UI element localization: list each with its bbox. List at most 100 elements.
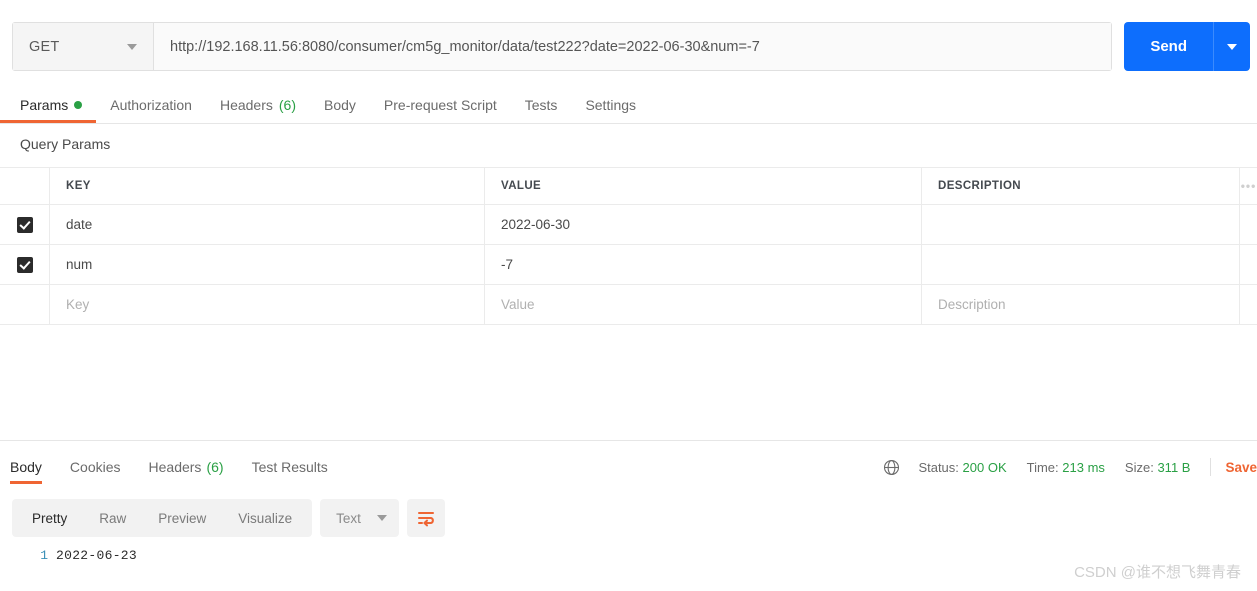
view-mode-pretty-label: Pretty	[32, 510, 68, 526]
response-tab-cookies[interactable]: Cookies	[56, 450, 135, 484]
tab-tests-label: Tests	[524, 97, 558, 113]
response-tab-headers-count: (6)	[206, 459, 224, 475]
time-badge[interactable]: Time: 213 ms	[1027, 460, 1105, 475]
response-tab-headers-label: Headers	[148, 459, 202, 475]
new-param-value-placeholder: Value	[501, 297, 535, 312]
param-key-cell[interactable]: date	[50, 205, 485, 244]
header-description: DESCRIPTION	[922, 168, 1240, 204]
row-more-cell	[1240, 245, 1257, 284]
more-options-icon: •••	[1240, 179, 1257, 193]
response-view-mode-group: Pretty Raw Preview Visualize	[12, 499, 313, 537]
globe-icon	[884, 459, 900, 475]
row-more-cell	[1240, 205, 1257, 244]
view-mode-raw-label: Raw	[99, 510, 127, 526]
view-mode-pretty[interactable]: Pretty	[16, 503, 83, 533]
line-number: 1	[40, 548, 48, 563]
tab-pre-request-script[interactable]: Pre-request Script	[370, 88, 511, 122]
tab-headers-label: Headers	[219, 97, 273, 113]
param-description-cell[interactable]	[922, 245, 1240, 284]
tab-body[interactable]: Body	[310, 88, 370, 122]
param-value-text: -7	[501, 257, 514, 272]
response-tab-test-results[interactable]: Test Results	[238, 450, 342, 484]
tab-authorization-label: Authorization	[110, 97, 192, 113]
view-mode-preview[interactable]: Preview	[142, 503, 222, 533]
tab-settings-label: Settings	[585, 97, 637, 113]
tab-settings[interactable]: Settings	[571, 88, 650, 122]
size-label: Size:	[1124, 459, 1154, 475]
param-value-cell[interactable]: -7	[485, 245, 922, 284]
time-label: Time:	[1026, 459, 1059, 475]
param-description-cell[interactable]	[922, 205, 1240, 244]
view-mode-raw[interactable]: Raw	[83, 503, 142, 533]
status-label: Status:	[918, 459, 959, 475]
query-params-title: Query Params	[20, 136, 111, 152]
watermark: CSDN @谁不想飞舞青春	[1074, 564, 1241, 581]
response-format-label: Text	[336, 510, 361, 526]
tab-body-label: Body	[324, 97, 356, 113]
table-row: num -7	[0, 245, 1257, 285]
header-checkbox-cell	[0, 168, 50, 204]
request-url-input[interactable]	[154, 23, 1111, 70]
query-params-table: KEY VALUE DESCRIPTION ••• date 2022-06-3…	[0, 167, 1257, 325]
send-button[interactable]: Send	[1124, 22, 1214, 71]
response-body-content[interactable]: 1 2022-06-23	[0, 548, 1257, 563]
param-value-cell[interactable]: 2022-06-30	[485, 205, 922, 244]
empty-row-more-cell	[1240, 285, 1257, 324]
view-mode-visualize-label: Visualize	[238, 510, 293, 526]
view-mode-visualize[interactable]: Visualize	[222, 503, 308, 533]
response-body-toolbar: Pretty Raw Preview Visualize Text	[12, 499, 445, 537]
response-tab-body-label: Body	[10, 459, 42, 475]
request-tabs: Params Authorization Headers (6) Body Pr…	[0, 88, 1257, 124]
view-mode-preview-label: Preview	[158, 510, 207, 526]
tab-authorization[interactable]: Authorization	[96, 88, 206, 122]
request-url-bar: GET Send	[0, 0, 1257, 88]
bulk-edit-button[interactable]: •••	[1240, 168, 1257, 204]
response-divider	[0, 440, 1257, 441]
param-enabled-checkbox[interactable]	[16, 256, 33, 273]
save-response-button[interactable]: Save	[1225, 460, 1257, 475]
param-key-text: num	[66, 257, 93, 272]
row-checkbox-cell[interactable]	[0, 245, 50, 284]
response-tab-body[interactable]: Body	[0, 450, 56, 484]
param-enabled-checkbox[interactable]	[16, 216, 33, 233]
header-key: KEY	[50, 168, 485, 204]
response-format-select[interactable]: Text	[320, 499, 399, 537]
time-value: 213 ms	[1062, 459, 1105, 475]
new-param-description-cell[interactable]: Description	[922, 285, 1240, 324]
response-body-line: 2022-06-23	[56, 548, 138, 563]
tab-params[interactable]: Params	[0, 88, 97, 123]
params-modified-dot-icon	[74, 101, 83, 109]
tab-headers[interactable]: Headers (6)	[206, 88, 310, 122]
size-value: 311 B	[1157, 459, 1191, 475]
send-group: Send	[1124, 22, 1250, 71]
tab-params-label: Params	[20, 97, 69, 113]
table-header-row: KEY VALUE DESCRIPTION •••	[0, 168, 1257, 205]
tab-tests[interactable]: Tests	[511, 88, 572, 122]
table-empty-row: Key Value Description	[0, 285, 1257, 325]
empty-row-checkbox-cell	[0, 285, 50, 324]
method-url-group: GET	[12, 22, 1112, 71]
size-badge[interactable]: Size: 311 B	[1125, 460, 1191, 475]
new-param-value-cell[interactable]: Value	[485, 285, 922, 324]
new-param-description-placeholder: Description	[938, 297, 1006, 312]
status-divider	[1210, 458, 1212, 476]
chevron-down-icon	[376, 515, 387, 521]
response-tab-test-results-label: Test Results	[251, 459, 328, 475]
response-tab-headers[interactable]: Headers (6)	[135, 450, 238, 484]
tab-headers-count: (6)	[278, 97, 296, 113]
word-wrap-button[interactable]	[406, 499, 445, 537]
response-tab-cookies-label: Cookies	[69, 459, 121, 475]
new-param-key-cell[interactable]: Key	[50, 285, 485, 324]
row-checkbox-cell[interactable]	[0, 205, 50, 244]
response-status-strip: Status: 200 OK Time: 213 ms Size: 311 B …	[883, 455, 1257, 479]
param-key-text: date	[66, 217, 93, 232]
param-value-text: 2022-06-30	[501, 217, 571, 232]
tab-pre-request-script-label: Pre-request Script	[383, 97, 497, 113]
chevron-down-icon	[1227, 43, 1238, 50]
new-param-key-placeholder: Key	[66, 297, 90, 312]
http-method-select[interactable]: GET	[13, 23, 154, 70]
param-key-cell[interactable]: num	[50, 245, 485, 284]
send-options-button[interactable]	[1213, 22, 1250, 71]
status-badge[interactable]: Status: 200 OK	[918, 460, 1006, 475]
table-row: date 2022-06-30	[0, 205, 1257, 245]
